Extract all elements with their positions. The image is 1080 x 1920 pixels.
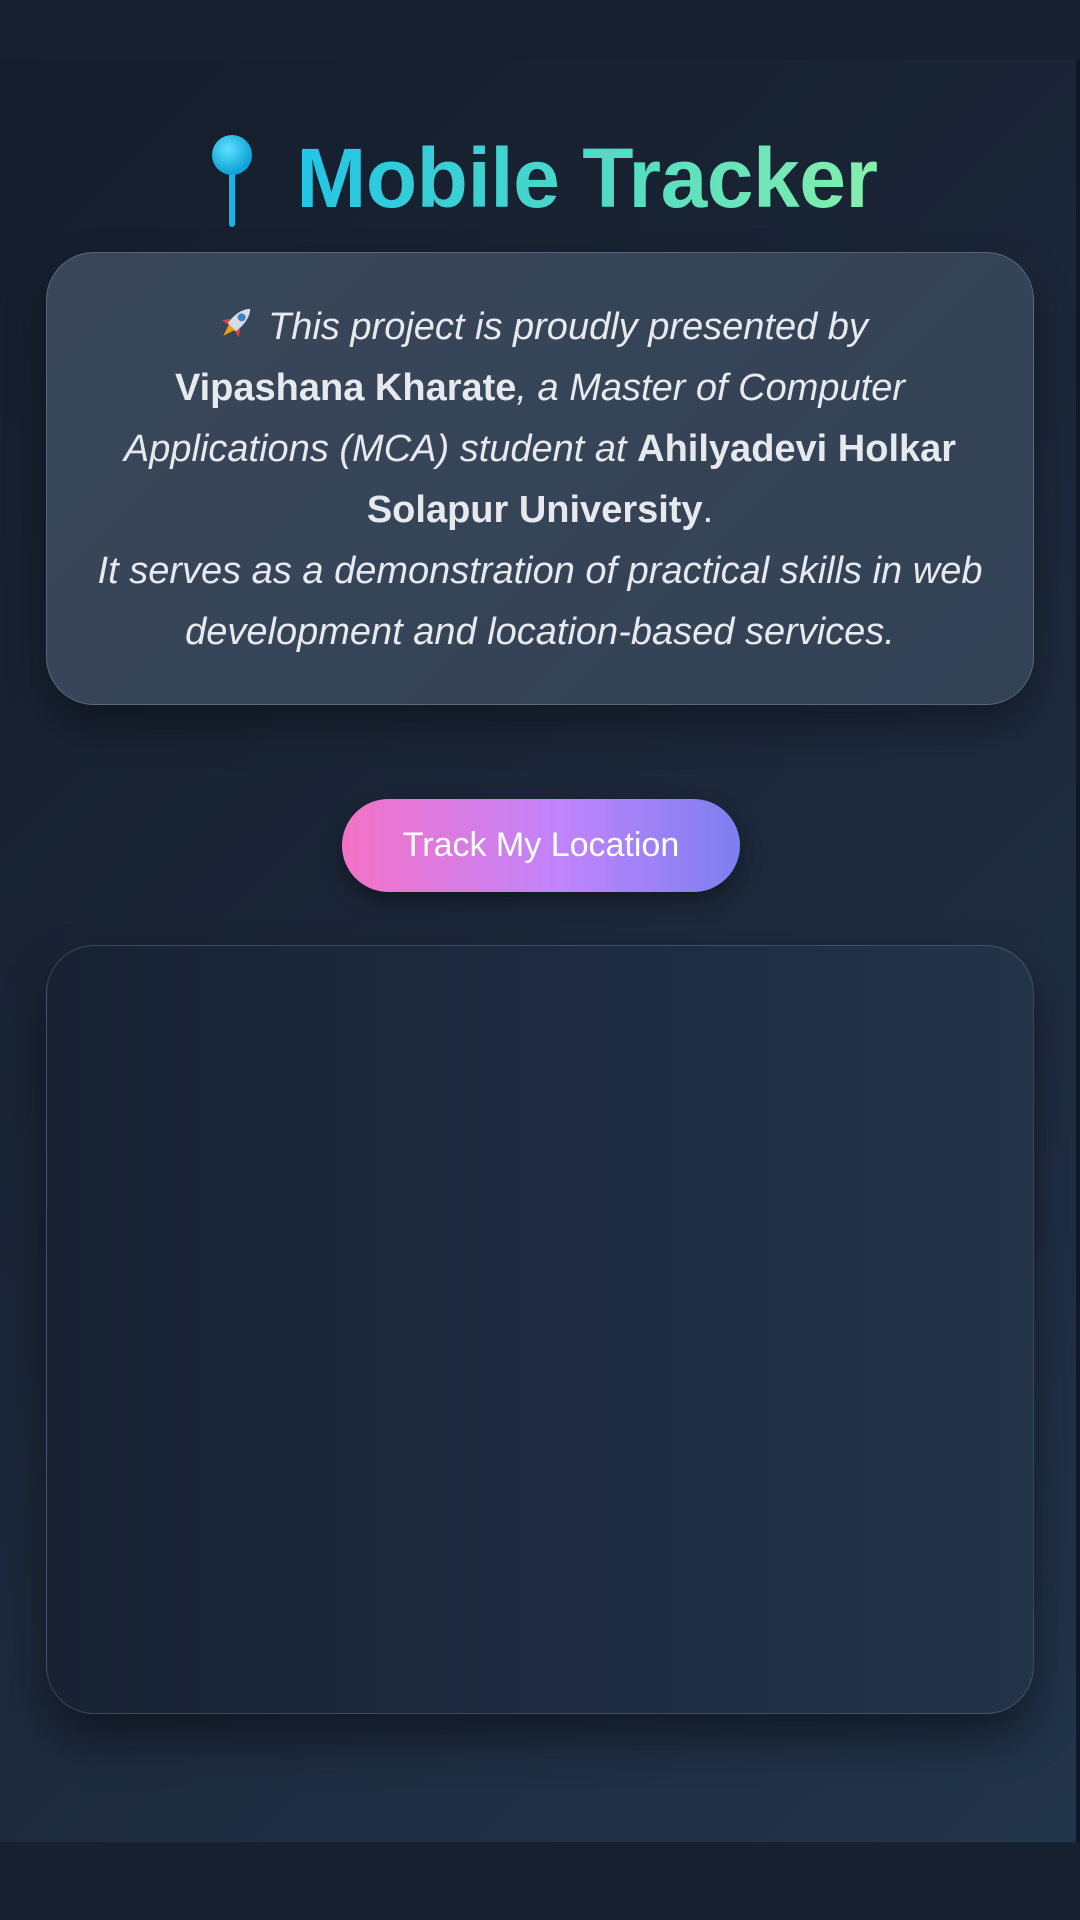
round-pushpin-icon [212, 135, 253, 227]
page: Mobile Tracker This project is proudly p… [0, 0, 1080, 1920]
intro-text-1: This project is proudly presented by [268, 306, 868, 348]
intro-card: This project is proudly presented by Vip… [46, 252, 1034, 705]
right-edge-divider [1076, 60, 1080, 1842]
rocket-icon [221, 308, 251, 338]
header: Mobile Tracker [0, 118, 1080, 238]
track-location-button[interactable]: Track My Location [342, 799, 740, 892]
intro-text-4: It serves as a demonstration of practica… [97, 550, 983, 653]
app-title: Mobile Tracker [296, 130, 878, 225]
presenter-name: Vipashana Kharate [174, 367, 517, 409]
intro-text-3: . [702, 489, 714, 531]
main-content: Mobile Tracker This project is proudly p… [0, 60, 1076, 1842]
map-container[interactable] [46, 945, 1034, 1714]
